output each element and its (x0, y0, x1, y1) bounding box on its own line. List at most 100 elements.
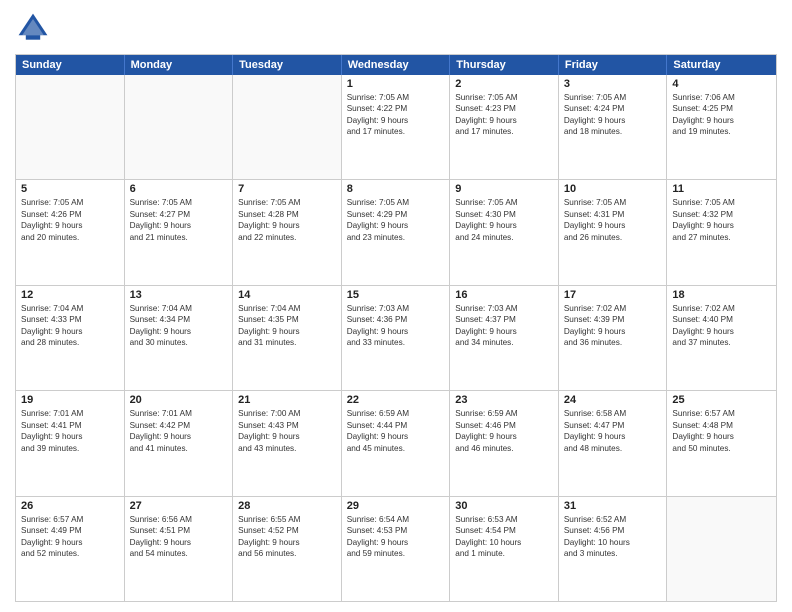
cell-info-line: Sunset: 4:46 PM (455, 420, 553, 431)
cell-info-line: Sunset: 4:39 PM (564, 314, 662, 325)
cell-info-line: Sunrise: 7:03 AM (455, 303, 553, 314)
cell-info-line: Daylight: 9 hours (672, 115, 771, 126)
cal-cell (16, 75, 125, 179)
cal-cell: 13Sunrise: 7:04 AMSunset: 4:34 PMDayligh… (125, 286, 234, 390)
header-day-saturday: Saturday (667, 55, 776, 75)
cell-info-line: Sunrise: 7:01 AM (21, 408, 119, 419)
cell-info-line: and 23 minutes. (347, 232, 445, 243)
cell-info-line: and 56 minutes. (238, 548, 336, 559)
day-number: 7 (238, 183, 336, 195)
cell-info-line: Sunrise: 6:53 AM (455, 514, 553, 525)
logo-icon (15, 10, 51, 46)
cell-info-line: and 54 minutes. (130, 548, 228, 559)
cell-info-line: Sunrise: 6:52 AM (564, 514, 662, 525)
header-day-sunday: Sunday (16, 55, 125, 75)
cell-info-line: Daylight: 9 hours (455, 326, 553, 337)
cell-info-line: Sunset: 4:29 PM (347, 209, 445, 220)
cell-info-line: Sunset: 4:44 PM (347, 420, 445, 431)
cell-info-line: Daylight: 9 hours (130, 326, 228, 337)
cal-cell: 5Sunrise: 7:05 AMSunset: 4:26 PMDaylight… (16, 180, 125, 284)
cell-info-line: Sunset: 4:27 PM (130, 209, 228, 220)
cal-cell: 26Sunrise: 6:57 AMSunset: 4:49 PMDayligh… (16, 497, 125, 601)
cell-info-line: Sunrise: 7:05 AM (347, 92, 445, 103)
cell-info-line: and 1 minute. (455, 548, 553, 559)
day-number: 26 (21, 500, 119, 512)
header (15, 10, 777, 46)
cell-info-line: Sunset: 4:36 PM (347, 314, 445, 325)
cell-info-line: Sunrise: 7:00 AM (238, 408, 336, 419)
cell-info-line: Sunrise: 7:05 AM (455, 92, 553, 103)
cal-cell: 30Sunrise: 6:53 AMSunset: 4:54 PMDayligh… (450, 497, 559, 601)
calendar-row-1: 1Sunrise: 7:05 AMSunset: 4:22 PMDaylight… (16, 75, 776, 179)
day-number: 23 (455, 394, 553, 406)
cell-info-line: and 33 minutes. (347, 337, 445, 348)
cell-info-line: Sunset: 4:53 PM (347, 525, 445, 536)
cell-info-line: and 43 minutes. (238, 443, 336, 454)
cell-info-line: Sunset: 4:42 PM (130, 420, 228, 431)
cell-info-line: Daylight: 9 hours (130, 537, 228, 548)
day-number: 9 (455, 183, 553, 195)
cell-info-line: Daylight: 9 hours (238, 431, 336, 442)
header-day-wednesday: Wednesday (342, 55, 451, 75)
cell-info-line: Daylight: 9 hours (238, 537, 336, 548)
cell-info-line: Daylight: 9 hours (238, 220, 336, 231)
cell-info-line: Sunrise: 7:02 AM (564, 303, 662, 314)
cal-cell: 22Sunrise: 6:59 AMSunset: 4:44 PMDayligh… (342, 391, 451, 495)
cell-info-line: Sunset: 4:54 PM (455, 525, 553, 536)
cell-info-line: and 3 minutes. (564, 548, 662, 559)
day-number: 16 (455, 289, 553, 301)
cell-info-line: Daylight: 9 hours (21, 431, 119, 442)
cell-info-line: Daylight: 9 hours (347, 115, 445, 126)
cell-info-line: and 52 minutes. (21, 548, 119, 559)
day-number: 18 (672, 289, 771, 301)
cal-cell: 23Sunrise: 6:59 AMSunset: 4:46 PMDayligh… (450, 391, 559, 495)
day-number: 22 (347, 394, 445, 406)
cell-info-line: Sunset: 4:24 PM (564, 103, 662, 114)
cal-cell: 14Sunrise: 7:04 AMSunset: 4:35 PMDayligh… (233, 286, 342, 390)
cell-info-line: Sunrise: 6:56 AM (130, 514, 228, 525)
cell-info-line: Sunrise: 7:05 AM (130, 197, 228, 208)
day-number: 1 (347, 78, 445, 90)
cell-info-line: and 50 minutes. (672, 443, 771, 454)
cell-info-line: Daylight: 9 hours (130, 220, 228, 231)
cell-info-line: Daylight: 9 hours (21, 220, 119, 231)
cell-info-line: Sunrise: 7:05 AM (21, 197, 119, 208)
day-number: 4 (672, 78, 771, 90)
cell-info-line: Sunrise: 7:04 AM (238, 303, 336, 314)
cal-cell: 28Sunrise: 6:55 AMSunset: 4:52 PMDayligh… (233, 497, 342, 601)
cell-info-line: Sunrise: 6:54 AM (347, 514, 445, 525)
cal-cell: 2Sunrise: 7:05 AMSunset: 4:23 PMDaylight… (450, 75, 559, 179)
day-number: 29 (347, 500, 445, 512)
cal-cell: 1Sunrise: 7:05 AMSunset: 4:22 PMDaylight… (342, 75, 451, 179)
cell-info-line: and 37 minutes. (672, 337, 771, 348)
cell-info-line: Daylight: 9 hours (564, 326, 662, 337)
logo (15, 10, 55, 46)
cal-cell: 4Sunrise: 7:06 AMSunset: 4:25 PMDaylight… (667, 75, 776, 179)
cell-info-line: Sunset: 4:56 PM (564, 525, 662, 536)
cell-info-line: Sunrise: 7:05 AM (672, 197, 771, 208)
cell-info-line: and 17 minutes. (347, 126, 445, 137)
cell-info-line: Sunset: 4:30 PM (455, 209, 553, 220)
cal-cell: 7 Sunrise: 7:05 AMSunset: 4:28 PMDaylight… (233, 180, 342, 284)
cell-info-line: Sunset: 4:40 PM (672, 314, 771, 325)
cell-info-line: Sunset: 4:35 PM (238, 314, 336, 325)
cell-info-line: Sunrise: 7:02 AM (672, 303, 771, 314)
cell-info-line: Sunrise: 7:05 AM (238, 197, 336, 208)
cal-cell: 3Sunrise: 7:05 AMSunset: 4:24 PMDaylight… (559, 75, 668, 179)
calendar-body: 1Sunrise: 7:05 AMSunset: 4:22 PMDaylight… (16, 75, 776, 601)
cell-info-line: and 19 minutes. (672, 126, 771, 137)
day-number: 28 (238, 500, 336, 512)
cell-info-line: Sunset: 4:28 PM (238, 209, 336, 220)
cell-info-line: and 28 minutes. (21, 337, 119, 348)
cell-info-line: Sunrise: 7:05 AM (347, 197, 445, 208)
day-number: 31 (564, 500, 662, 512)
cell-info-line: Sunrise: 7:01 AM (130, 408, 228, 419)
cell-info-line: and 41 minutes. (130, 443, 228, 454)
cell-info-line: and 18 minutes. (564, 126, 662, 137)
cell-info-line: Daylight: 9 hours (21, 326, 119, 337)
header-day-thursday: Thursday (450, 55, 559, 75)
cell-info-line: Sunset: 4:37 PM (455, 314, 553, 325)
cell-info-line: Daylight: 9 hours (564, 115, 662, 126)
cal-cell: 10Sunrise: 7:05 AMSunset: 4:31 PMDayligh… (559, 180, 668, 284)
cell-info-line: Sunrise: 7:04 AM (21, 303, 119, 314)
